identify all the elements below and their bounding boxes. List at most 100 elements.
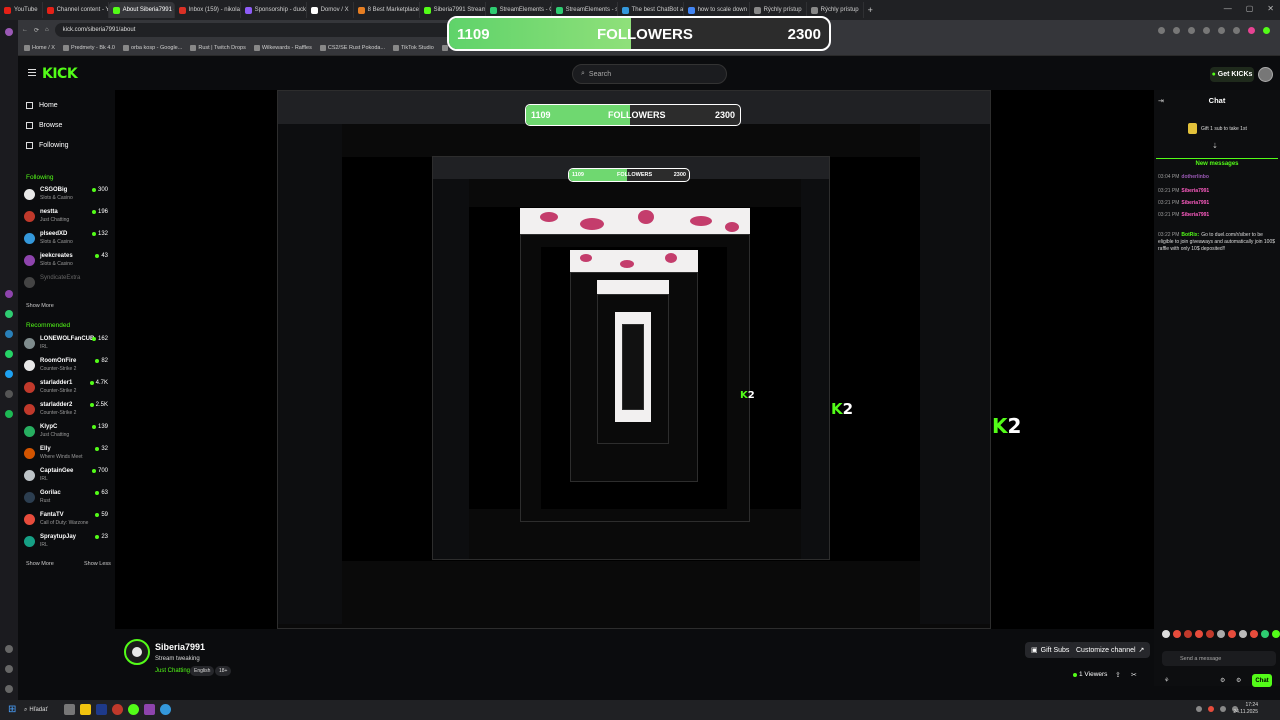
chat-settings-icon[interactable]: ⚙ — [1220, 677, 1225, 684]
browser-tab[interactable]: 8 Best Marketplaces to B — [354, 2, 420, 18]
taskbar-clock[interactable]: 17:24 24.11.2025 — [1233, 702, 1258, 716]
opera-icon[interactable] — [112, 704, 123, 715]
browser-tab[interactable]: Domov / X — [307, 2, 354, 18]
customize-channel-button[interactable]: Customize channel ↗ — [1070, 642, 1151, 658]
sidebar-channel[interactable]: SpraytupJay IRL 23 — [24, 533, 112, 551]
new-tab-button[interactable]: + — [864, 5, 873, 15]
sidebar-channel[interactable]: CSGOBig Slots & Casino 300 — [24, 186, 112, 204]
gift-sub-banner[interactable]: Gift 1 sub to take 1st — [1188, 123, 1247, 134]
browser-tab[interactable]: Sponsorship - duck@... — [241, 2, 307, 18]
app-icon[interactable] — [5, 290, 13, 298]
extension-icon[interactable] — [1248, 26, 1255, 34]
nav-following[interactable]: Following — [26, 142, 69, 149]
nav-browse[interactable]: Browse — [26, 122, 62, 129]
stream-category[interactable]: Just Chatting — [155, 668, 190, 674]
tray-icon[interactable] — [1208, 706, 1214, 712]
sidebar-channel[interactable]: FantaTV Call of Duty: Warzone 59 — [24, 511, 112, 529]
sidebar-channel[interactable]: SyndicateExtra — [24, 274, 112, 292]
extension-icon[interactable] — [1203, 26, 1210, 34]
sidebar-channel[interactable]: Elly Where Winds Meet 32 — [24, 445, 112, 463]
extension-icon[interactable] — [1173, 26, 1180, 34]
kick-logo[interactable]: KICK — [42, 66, 78, 82]
chat-message-input[interactable]: Send a message — [1162, 651, 1276, 666]
message-username[interactable]: BotRix: — [1181, 232, 1199, 238]
user-avatar[interactable] — [1258, 67, 1273, 82]
bookmark-item[interactable]: TikTok Studio — [393, 44, 434, 51]
sidebar-channel[interactable]: starladder2 Counter-Strike 2 2.5K — [24, 401, 112, 419]
bookmark-item[interactable]: Home / X — [24, 44, 55, 51]
extension-icon[interactable] — [1263, 26, 1270, 34]
sidebar-channel[interactable]: Gorilac Rust 63 — [24, 489, 112, 507]
message-username[interactable]: Siberia7991 — [1181, 188, 1209, 194]
sidebar-channel[interactable]: jeekcreates Slots & Casino 43 — [24, 252, 112, 270]
app-icon[interactable] — [5, 310, 13, 318]
close-icon[interactable]: ✕ — [1267, 4, 1274, 13]
minimize-icon[interactable]: — — [1224, 4, 1232, 13]
stream-video[interactable]: 1109 FOLLOWERS 2300 1109 FOLLOWERS 2300 … — [115, 90, 1154, 629]
message-username[interactable]: Siberia7991 — [1181, 200, 1209, 206]
extension-icon[interactable] — [1218, 26, 1225, 34]
sidebar-channel[interactable]: CaptainGee IRL 700 — [24, 467, 112, 485]
search-input[interactable]: ⌕ Search — [572, 64, 727, 84]
app-icon[interactable] — [5, 28, 13, 36]
bookmark-item[interactable]: Wilkewards - Raffles — [253, 44, 312, 51]
app-icon[interactable] — [5, 370, 13, 378]
share-icon[interactable]: ⇪ — [1115, 671, 1121, 679]
sidebar-channel[interactable]: starladder1 Counter-Strike 2 4.7K — [24, 379, 112, 397]
show-more-recommended[interactable]: Show More — [26, 561, 54, 567]
app-icon[interactable] — [5, 390, 13, 398]
url-field[interactable]: kick.com/siberia7991/about — [54, 23, 455, 37]
file-explorer-icon[interactable] — [80, 704, 91, 715]
gift-subs-button[interactable]: ▣ Gift Subs — [1025, 642, 1076, 658]
clock-icon[interactable] — [5, 665, 13, 673]
task-view-icon[interactable] — [64, 704, 75, 715]
app-icon[interactable] — [5, 350, 13, 358]
app-icon[interactable] — [160, 704, 171, 715]
sidebar-channel[interactable]: nestta Just Chatting 196 — [24, 208, 112, 226]
taskbar-search[interactable]: ⌕ Hľadať — [24, 703, 52, 717]
app-icon[interactable] — [144, 704, 155, 715]
menu-icon[interactable] — [28, 69, 36, 76]
language-tag[interactable]: English — [190, 666, 215, 676]
premiere-icon[interactable] — [96, 704, 107, 715]
sidebar-channel[interactable]: plseedXD Slots & Casino 132 — [24, 230, 112, 248]
nav-home[interactable]: Home — [26, 102, 58, 109]
home-icon[interactable]: ⌂ — [45, 27, 49, 33]
bookmark-item[interactable]: Rust | Twitch Drops — [190, 44, 246, 51]
app-icon[interactable] — [5, 410, 13, 418]
back-icon[interactable]: ← — [22, 27, 28, 33]
start-icon[interactable]: ⊞ — [8, 704, 16, 715]
chat-send-button[interactable]: Chat — [1252, 674, 1272, 687]
clip-icon[interactable]: ✂ — [1131, 671, 1137, 679]
obs-icon[interactable] — [128, 704, 139, 715]
bookmark-item[interactable]: CS2/SE Rust Pokoda... — [319, 44, 385, 51]
wifi-icon[interactable] — [1220, 706, 1226, 712]
message-username[interactable]: dotherlinbo — [1181, 174, 1209, 180]
extension-icon[interactable] — [1158, 26, 1165, 34]
heart-icon[interactable] — [5, 645, 13, 653]
tray-icon[interactable] — [1196, 706, 1202, 712]
extension-icon[interactable] — [1233, 26, 1240, 34]
app-icon[interactable] — [5, 330, 13, 338]
more-icon[interactable] — [5, 685, 13, 693]
show-more-following[interactable]: Show More — [26, 303, 54, 309]
channel-name[interactable]: Siberia7991 — [155, 642, 205, 652]
bookmark-item[interactable]: orba kosp - Google... — [122, 44, 182, 51]
browser-tab[interactable]: YouTube — [0, 2, 43, 18]
channel-avatar[interactable] — [124, 639, 150, 665]
sidebar-channel[interactable]: KlypC Just Chatting 139 — [24, 423, 112, 441]
reload-icon[interactable]: ⟳ — [34, 27, 39, 34]
extension-icon[interactable] — [1188, 26, 1195, 34]
message-username[interactable]: Siberia7991 — [1181, 212, 1209, 218]
browser-tab[interactable]: About Siberia7991 - Kick — [108, 2, 175, 18]
bookmark-item[interactable]: Predmety - Bk 4.0 — [62, 44, 115, 51]
maximize-icon[interactable]: ▢ — [1246, 4, 1254, 13]
show-less-recommended[interactable]: Show Less — [84, 561, 111, 567]
browser-tab[interactable]: Channel content - YouTub — [43, 2, 109, 18]
sidebar-channel[interactable]: LONEWOLFanCUB IRL 162 — [24, 335, 112, 353]
browser-tab[interactable]: Inbox (159) - nikolasrc — [175, 2, 241, 18]
chat-mod-icon[interactable]: ⚘ — [1164, 677, 1169, 684]
chat-options-icon[interactable]: ⚙ — [1236, 677, 1241, 684]
pinned-icon[interactable]: ⇣ — [1212, 142, 1218, 150]
get-kicks-button[interactable]: ● Get KICKs — [1210, 67, 1254, 82]
